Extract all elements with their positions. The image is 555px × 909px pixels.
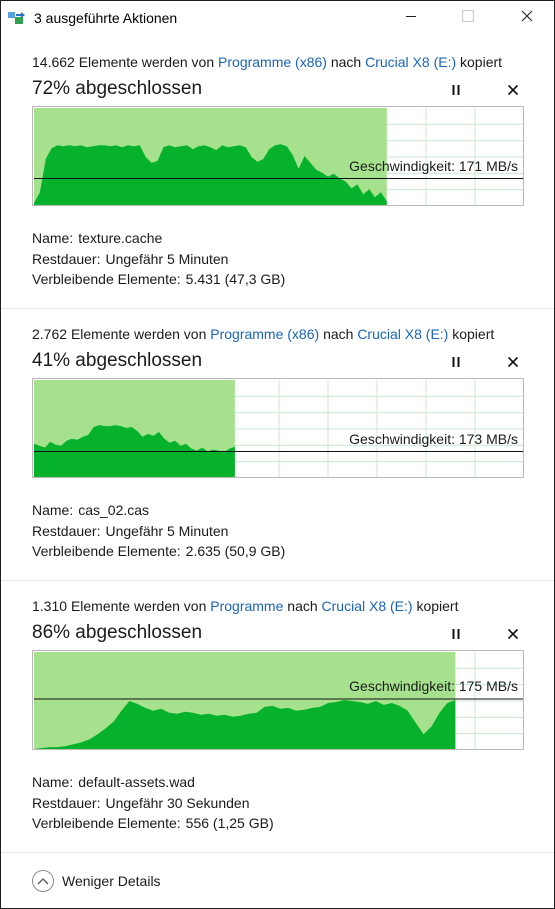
less-details-toggle[interactable]: Weniger Details bbox=[32, 867, 161, 895]
section-divider bbox=[1, 580, 554, 581]
close-icon bbox=[507, 355, 519, 373]
remaining-time-label: Restdauer: bbox=[32, 794, 101, 811]
detail-remaining-items-row: Verbleibende Elemente: 2.635 (50,9 GB) bbox=[32, 541, 285, 562]
remaining-items-label: Verbleibende Elemente: bbox=[32, 271, 181, 287]
pause-icon bbox=[450, 355, 462, 373]
less-details-label: Weniger Details bbox=[62, 873, 161, 889]
close-icon bbox=[521, 9, 533, 27]
operation-details: Name: default-assets.wad Restdauer: Ungefä… bbox=[32, 772, 274, 834]
remaining-items: 5.431 (47,3 GB) bbox=[185, 271, 286, 287]
maximize-button[interactable] bbox=[445, 1, 491, 35]
target-drive-link[interactable]: Crucial X8 (E:) bbox=[322, 598, 413, 614]
throughput-svg bbox=[34, 380, 523, 477]
pause-icon bbox=[450, 627, 462, 645]
remaining-time: Ungefähr 5 Minuten bbox=[105, 250, 229, 267]
source-folder-link[interactable]: Programme (x86) bbox=[210, 326, 319, 342]
text-copied: kopiert bbox=[416, 598, 459, 614]
title-bar[interactable]: 3 ausgeführte Aktionen bbox=[1, 1, 554, 35]
remaining-items: 556 (1,25 GB) bbox=[185, 815, 274, 831]
detail-name-row: Name: cas_02.cas bbox=[32, 500, 285, 521]
close-icon bbox=[507, 83, 519, 101]
window-title: 3 ausgeführte Aktionen bbox=[34, 10, 178, 26]
throughput-svg bbox=[34, 108, 523, 205]
remaining-items-label: Verbleibende Elemente: bbox=[32, 815, 181, 831]
remaining-time-label: Restdauer: bbox=[32, 250, 101, 267]
file-name: cas_02.cas bbox=[78, 502, 150, 518]
minimize-icon bbox=[405, 9, 417, 27]
pause-icon bbox=[450, 83, 462, 101]
speed-label: Geschwindigkeit: 173 MB/s bbox=[349, 430, 518, 447]
percent-complete: 72% abgeschlossen bbox=[32, 78, 203, 99]
cancel-operation-button[interactable] bbox=[501, 352, 525, 376]
section-divider bbox=[1, 852, 554, 853]
operation-description: 1.310 Elemente werden von Programme nach… bbox=[32, 598, 458, 614]
source-folder-link[interactable]: Programme bbox=[210, 598, 283, 614]
pause-button[interactable] bbox=[444, 352, 468, 376]
text-to: nach bbox=[330, 54, 362, 70]
remaining-time: Ungefähr 30 Sekunden bbox=[105, 794, 250, 811]
operation-description: 2.762 Elemente werden von Programme (x86… bbox=[32, 326, 494, 342]
text-to: nach bbox=[323, 326, 354, 342]
file-name: default-assets.wad bbox=[78, 774, 195, 790]
copy-operation-icon bbox=[8, 11, 28, 25]
target-drive-link[interactable]: Crucial X8 (E:) bbox=[365, 54, 456, 70]
detail-remaining-time-row: Restdauer: Ungefähr 30 Sekunden bbox=[32, 793, 274, 814]
throughput-graph: Geschwindigkeit: 171 MB/s bbox=[32, 106, 524, 206]
element-count: 2.762 bbox=[32, 326, 68, 342]
text-copied: kopiert bbox=[452, 326, 495, 342]
remaining-time-label: Restdauer: bbox=[32, 522, 101, 539]
copy-dialog-window: 3 ausgeführte Aktionen 14.662 Elemente w… bbox=[0, 0, 555, 909]
detail-remaining-time-row: Restdauer: Ungefähr 5 Minuten bbox=[32, 521, 285, 542]
name-label: Name: bbox=[32, 502, 74, 518]
window-close-button[interactable] bbox=[504, 1, 550, 35]
detail-remaining-items-row: Verbleibende Elemente: 5.431 (47,3 GB) bbox=[32, 269, 285, 290]
text-elements-from: Elemente werden von bbox=[78, 54, 215, 70]
operation-details: Name: cas_02.cas Restdauer: Ungefähr 5 Min… bbox=[32, 500, 285, 562]
pause-button[interactable] bbox=[444, 624, 468, 648]
pause-button[interactable] bbox=[444, 80, 468, 104]
chevron-up-icon bbox=[32, 870, 54, 892]
remaining-items: 2.635 (50,9 GB) bbox=[185, 543, 286, 559]
detail-remaining-items-row: Verbleibende Elemente: 556 (1,25 GB) bbox=[32, 813, 274, 834]
source-folder-link[interactable]: Programme (x86) bbox=[218, 54, 327, 70]
operation-description: 14.662 Elemente werden von Programme (x8… bbox=[32, 54, 502, 70]
element-count: 1.310 bbox=[32, 598, 68, 614]
close-icon bbox=[507, 627, 519, 645]
remaining-items-label: Verbleibende Elemente: bbox=[32, 543, 181, 559]
name-label: Name: bbox=[32, 230, 74, 246]
text-to: nach bbox=[287, 598, 318, 614]
cancel-operation-button[interactable] bbox=[501, 80, 525, 104]
throughput-graph: Geschwindigkeit: 175 MB/s bbox=[32, 650, 524, 750]
text-copied: kopiert bbox=[460, 54, 503, 70]
remaining-time: Ungefähr 5 Minuten bbox=[105, 522, 229, 539]
section-divider bbox=[1, 308, 554, 309]
target-drive-link[interactable]: Crucial X8 (E:) bbox=[357, 326, 448, 342]
percent-complete: 41% abgeschlossen bbox=[32, 350, 203, 371]
operation-details: Name: texture.cache Restdauer: Ungefähr 5 … bbox=[32, 228, 285, 290]
detail-name-row: Name: texture.cache bbox=[32, 228, 285, 249]
file-name: texture.cache bbox=[78, 230, 163, 246]
detail-name-row: Name: default-assets.wad bbox=[32, 772, 274, 793]
throughput-svg bbox=[34, 652, 523, 749]
detail-remaining-time-row: Restdauer: Ungefähr 5 Minuten bbox=[32, 249, 285, 270]
text-elements-from: Elemente werden von bbox=[70, 598, 207, 614]
cancel-operation-button[interactable] bbox=[501, 624, 525, 648]
name-label: Name: bbox=[32, 774, 74, 790]
text-elements-from: Elemente werden von bbox=[70, 326, 207, 342]
throughput-graph: Geschwindigkeit: 173 MB/s bbox=[32, 378, 524, 478]
minimize-button[interactable] bbox=[388, 1, 434, 35]
speed-label: Geschwindigkeit: 171 MB/s bbox=[349, 157, 518, 174]
element-count: 14.662 bbox=[32, 54, 75, 70]
maximize-icon bbox=[462, 9, 474, 27]
percent-complete: 86% abgeschlossen bbox=[32, 622, 203, 643]
speed-label: Geschwindigkeit: 175 MB/s bbox=[349, 678, 518, 695]
